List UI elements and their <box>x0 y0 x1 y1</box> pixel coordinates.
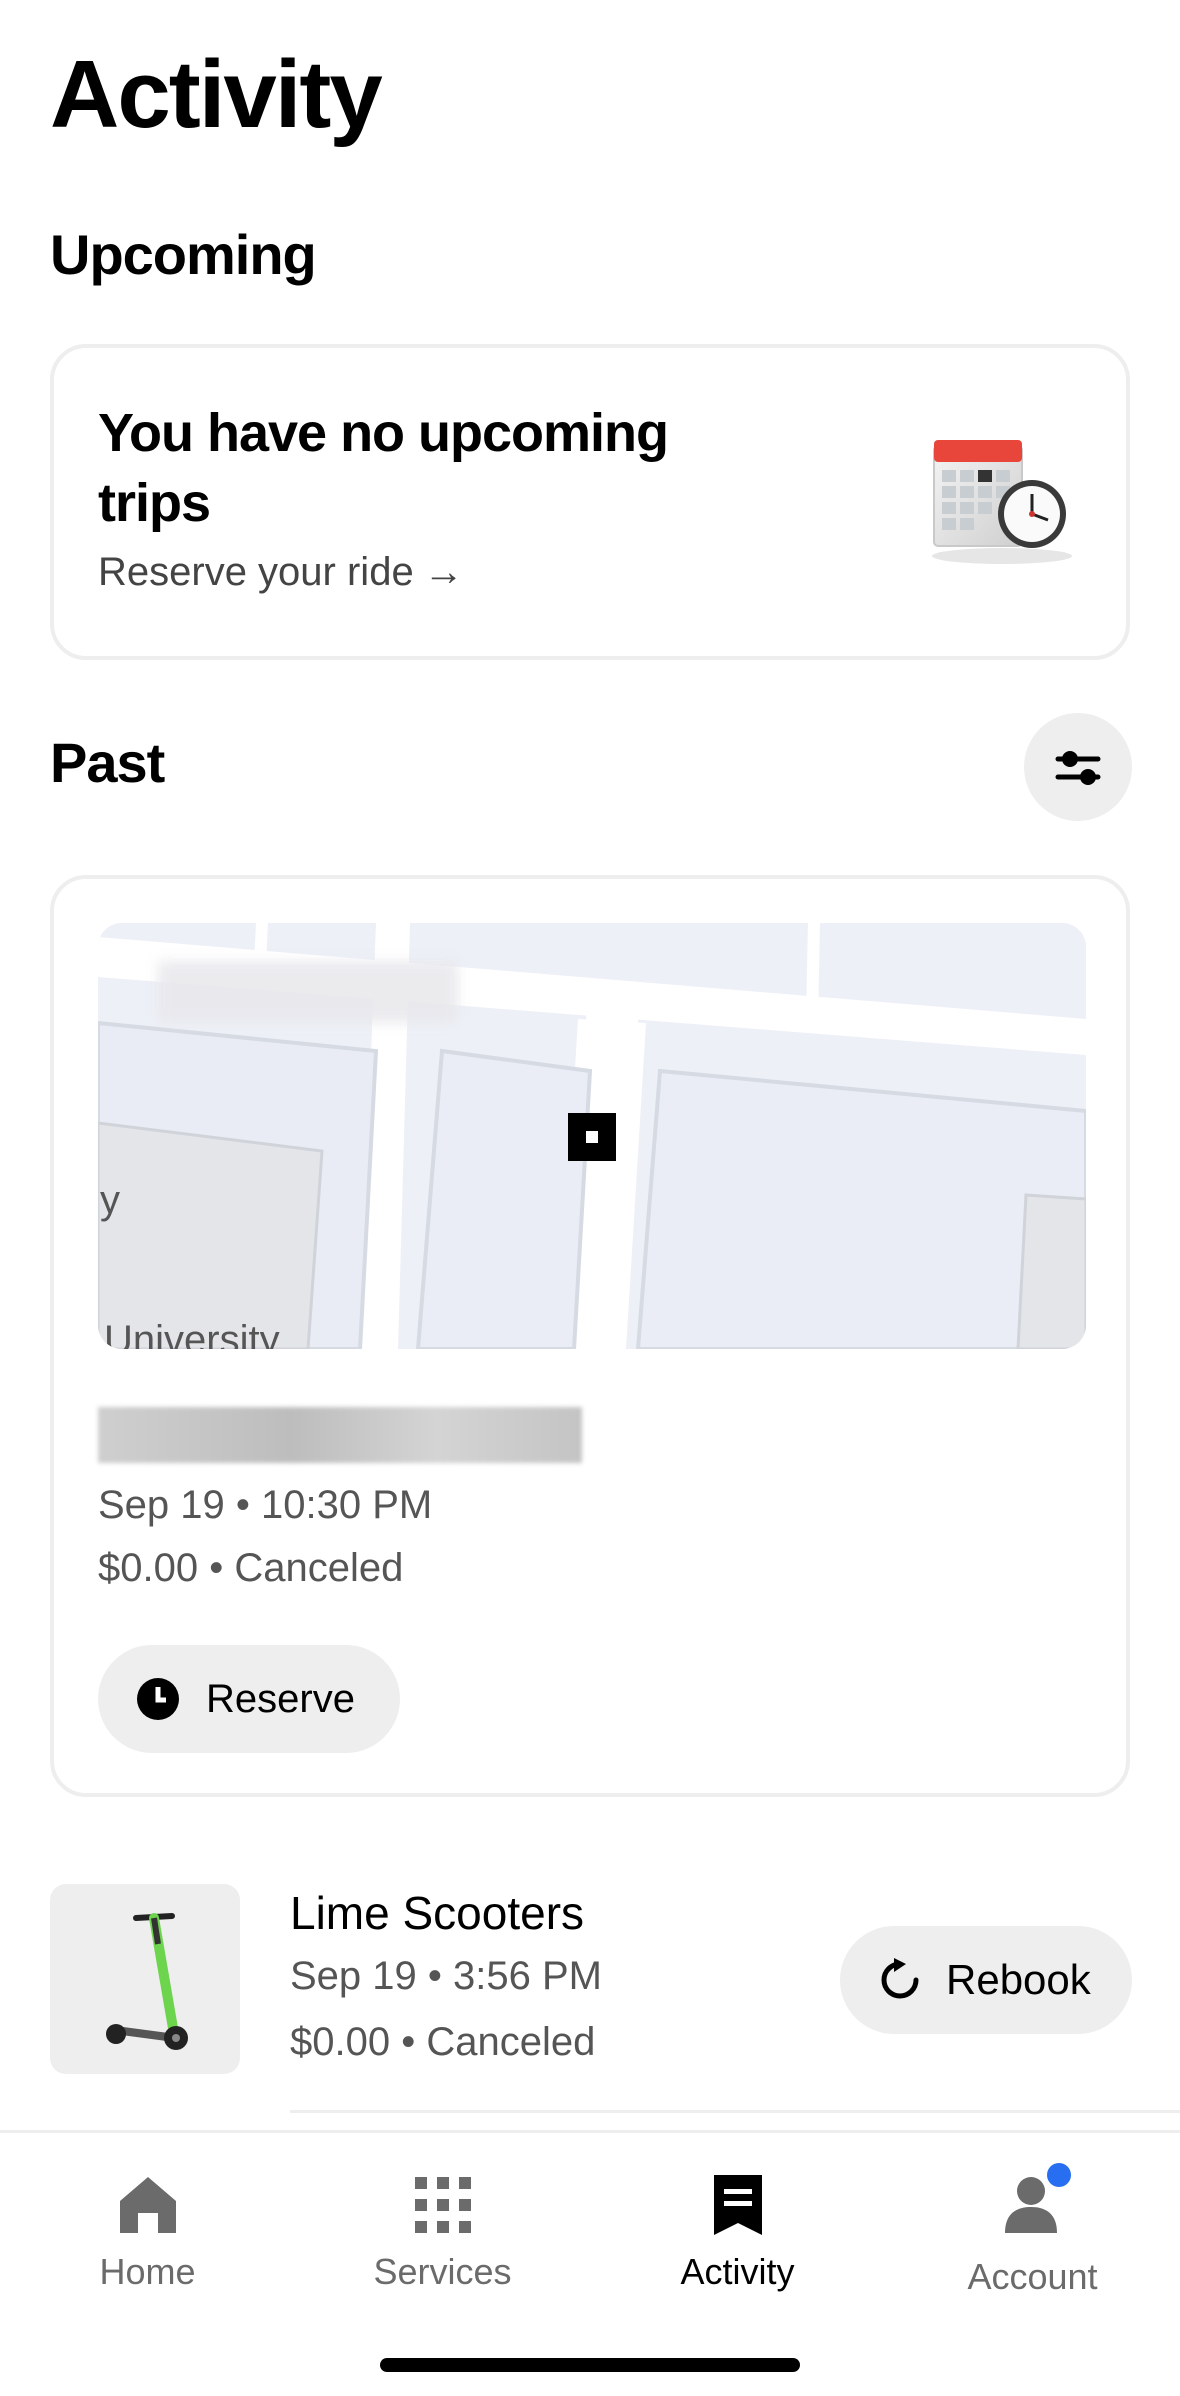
trip-status: $0.00 • Canceled <box>98 1546 404 1590</box>
receipt-icon <box>713 2175 762 2235</box>
upcoming-card[interactable]: You have no upcoming trips Reserve your … <box>50 344 1130 660</box>
map-label-y: y <box>100 1178 120 1222</box>
nav-services-label: Services <box>373 2251 512 2292</box>
reserve-button[interactable]: Reserve <box>98 1645 400 1753</box>
lime-trip-datetime: Sep 19 • 3:56 PM <box>290 1954 602 1998</box>
arrow-right-icon: → <box>423 550 464 594</box>
redacted-address <box>98 1407 582 1463</box>
lime-trip-status: $0.00 • Canceled <box>290 2020 596 2064</box>
scooter-image <box>50 1884 240 2074</box>
list-divider <box>290 2110 1180 2113</box>
past-trip-card[interactable]: y University Sep 19 • 10:30 PM $0.00 • C… <box>50 875 1130 1797</box>
rebook-button-label: Rebook <box>946 1956 1091 2003</box>
grid-icon <box>414 2177 471 2233</box>
nav-account-label: Account <box>967 2256 1098 2297</box>
past-section-title: Past <box>50 731 165 794</box>
reserve-ride-label: Reserve your ride <box>98 550 414 594</box>
nav-services[interactable]: Services <box>295 2173 590 2293</box>
rebook-button[interactable]: Rebook <box>840 1926 1132 2034</box>
trip-datetime: Sep 19 • 10:30 PM <box>98 1483 433 1527</box>
refresh-icon <box>881 1958 919 1999</box>
clock-icon <box>137 1678 179 1720</box>
filter-sliders-icon <box>1055 751 1101 785</box>
page-title: Activity <box>50 41 383 148</box>
lime-trip-title: Lime Scooters <box>290 1887 585 1939</box>
no-upcoming-heading: You have no upcoming trips <box>98 403 669 533</box>
nav-home[interactable]: Home <box>0 2173 295 2293</box>
nav-activity[interactable]: Activity <box>590 2173 885 2293</box>
trip-map: y University <box>98 923 1086 1349</box>
bottom-nav: Home Services Activity Account <box>0 2130 1180 2396</box>
notification-dot <box>1046 2163 1071 2187</box>
nav-home-label: Home <box>99 2251 196 2292</box>
upcoming-section-title: Upcoming <box>50 223 317 286</box>
filter-button[interactable] <box>1024 713 1132 821</box>
nav-activity-label: Activity <box>680 2251 795 2292</box>
calendar-clock-illustration <box>932 440 1072 564</box>
home-indicator <box>380 2358 800 2372</box>
home-icon <box>119 2177 176 2233</box>
map-label-university: University <box>104 1318 280 1349</box>
reserve-ride-link[interactable]: Reserve your ride → <box>98 550 464 595</box>
reserve-button-label: Reserve <box>206 1676 355 1721</box>
nav-account[interactable]: Account <box>885 2163 1180 2298</box>
